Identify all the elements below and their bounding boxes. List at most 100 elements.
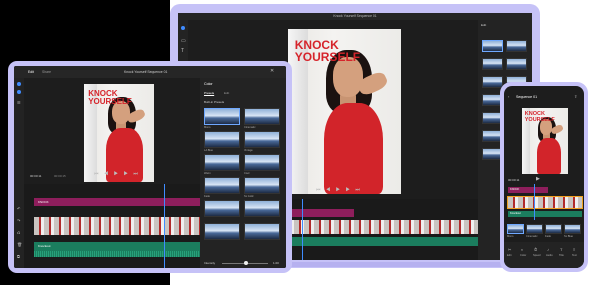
laptop-preset-thumb[interactable]	[506, 58, 527, 70]
phone-tool-icon[interactable]: ◐	[521, 247, 523, 252]
tablet-preset-thumb[interactable]	[204, 131, 240, 148]
laptop-preset-thumb[interactable]	[506, 40, 527, 52]
tablet-playhead[interactable]	[164, 184, 165, 268]
phone-video-preview: KNOCK YOURSELF	[522, 108, 568, 174]
tablet-tab-presets[interactable]: Presets	[204, 91, 214, 95]
laptop-title-bar: Knock Yourself Sequence 01	[178, 13, 532, 20]
tablet-audio-track-label: Knockout	[38, 244, 51, 248]
tablet-preset-label: SL Gold	[244, 195, 254, 198]
tablet-presets-heading: Built-in Presets	[204, 100, 225, 104]
phone-screen: ‹ Sequence 01 ⇪ KNOCK YOURSELF 00:00:11 …	[504, 86, 584, 268]
phone-timecode: 00:00:11	[508, 178, 520, 182]
phone-tool-icon[interactable]: ✂	[508, 247, 511, 252]
phone-audio-track[interactable]: Knockout	[508, 211, 582, 217]
tablet-trim-icon[interactable]: ⎌	[17, 230, 20, 235]
share-icon[interactable]: ⇪	[574, 94, 577, 99]
tablet-timeline[interactable]: KNOCK Knockout	[24, 184, 200, 268]
tablet-screen: Edit Share Knock Yourself Sequence 01 ✕ …	[14, 66, 286, 268]
phone-preset-thumb[interactable]	[564, 224, 581, 234]
tablet-preset-thumb[interactable]	[204, 200, 240, 217]
tablet-transport-controls[interactable]: ⏮ ◀ ▶ ▶ ⏭	[94, 171, 140, 177]
phone-preset-thumb[interactable]	[507, 224, 524, 234]
tablet-intensity-label: Intensity	[204, 261, 216, 265]
phone-video-track[interactable]	[507, 196, 583, 209]
tablet-tab-edit[interactable]: Edit	[28, 70, 34, 74]
tablet-intensity-handle[interactable]	[244, 261, 248, 265]
laptop-preset-thumb[interactable]	[482, 58, 503, 70]
phone-title: Sequence 01	[516, 95, 538, 99]
phone-audio-track-label: Knockout	[510, 212, 521, 215]
phone-tab-label[interactable]: Title	[559, 254, 564, 257]
tablet-preset-thumb[interactable]	[244, 131, 280, 148]
laptop-text-icon[interactable]: T	[181, 48, 184, 54]
phone-preset-label: Cinematic	[526, 235, 538, 238]
tablet-delete-icon[interactable]: 🗑	[17, 242, 22, 247]
phone-preview-title: KNOCK YOURSELF	[524, 110, 555, 123]
tablet-device: Edit Share Knock Yourself Sequence 01 ✕ …	[8, 61, 292, 273]
tablet-timecode-current: 00:00:11	[30, 174, 42, 178]
laptop-preset-thumb[interactable]	[482, 40, 503, 52]
laptop-transport-controls[interactable]: ⏮ ◀ ▶ ▶ ⏭	[316, 187, 362, 193]
phone-tool-icon[interactable]: ⏱	[534, 247, 537, 252]
phone-tool-icon[interactable]: T	[560, 247, 562, 252]
phone-playhead[interactable]	[534, 184, 535, 220]
phone-tab-label[interactable]: Edit	[507, 254, 511, 257]
tablet-video-track[interactable]	[34, 217, 200, 235]
tablet-preset-label: Cool	[244, 172, 250, 175]
phone-title-track-label: KNOCK	[510, 188, 520, 191]
back-icon[interactable]: ‹	[508, 94, 509, 99]
tablet-preset-label: Mono	[204, 126, 211, 129]
close-icon[interactable]: ✕	[270, 68, 274, 74]
laptop-media-icon[interactable]	[181, 26, 185, 30]
tablet-redo-icon[interactable]: ↷	[17, 218, 20, 223]
laptop-video-preview: KNOCK YOURSELF	[288, 29, 401, 194]
phone-preset-label: Fade	[545, 235, 551, 238]
tablet-undo-icon[interactable]: ↶	[17, 206, 20, 211]
laptop-preview-title: KNOCK YOURSELF	[294, 37, 361, 65]
tablet-media-icon[interactable]	[17, 82, 21, 86]
tablet-title-track-label: KNOCK	[38, 200, 49, 204]
phone-tab-label[interactable]: Text	[572, 254, 577, 257]
laptop-playhead[interactable]	[302, 199, 303, 260]
tablet-title-track[interactable]: KNOCK	[34, 198, 200, 206]
tablet-preset-thumb[interactable]	[244, 108, 280, 125]
phone-tool-icon[interactable]: ♪	[547, 247, 549, 252]
tablet-add-icon[interactable]	[17, 90, 21, 94]
phone-preset-label: SL Blue	[564, 235, 573, 238]
phone-play-icon[interactable]: ▶	[536, 176, 540, 182]
tablet-preset-thumb[interactable]	[244, 200, 280, 217]
tablet-preset-thumb[interactable]	[204, 108, 240, 125]
tablet-preset-thumb[interactable]	[204, 223, 240, 240]
tablet-preset-thumb[interactable]	[244, 154, 280, 171]
phone-tab-label[interactable]: Color	[520, 254, 526, 257]
laptop-preset-thumb[interactable]	[482, 76, 503, 88]
tablet-preview-title: KNOCK YOURSELF	[88, 88, 132, 107]
laptop-crop-icon[interactable]: ▭	[181, 38, 186, 44]
tablet-color-panel: Color Presets Edit Built-in Presets Mono…	[200, 78, 286, 268]
tablet-preset-label: Vintage	[244, 149, 253, 152]
tablet-left-toolbar: ☰ ↶ ↷ ⎌ 🗑 ⧉	[14, 78, 24, 268]
tablet-duplicate-icon[interactable]: ⧉	[17, 254, 20, 259]
tablet-preset-thumb[interactable]	[204, 154, 240, 171]
tablet-preset-label: Fade	[204, 195, 210, 198]
phone-tab-label[interactable]: Audio	[546, 254, 553, 257]
phone-tab-label[interactable]: Speed	[533, 254, 541, 257]
tablet-tab-share[interactable]: Share	[42, 70, 51, 74]
tablet-preset-thumb[interactable]	[244, 177, 280, 194]
tablet-top-bar: Edit Share Knock Yourself Sequence 01 ✕	[14, 66, 286, 78]
tablet-list-icon[interactable]: ☰	[17, 100, 21, 105]
tablet-preset-thumb[interactable]	[204, 177, 240, 194]
tablet-tab-color-edit[interactable]: Edit	[224, 91, 229, 95]
tablet-timecode-duration: 00:00:15	[54, 174, 66, 178]
tablet-audio-waveform	[34, 251, 200, 257]
phone-tool-icon[interactable]: ≡	[573, 247, 575, 252]
tablet-audio-track[interactable]: Knockout	[34, 242, 200, 251]
laptop-window-title: Knock Yourself Sequence 01	[333, 14, 377, 18]
phone-title-track[interactable]: KNOCK	[508, 187, 548, 193]
phone-preset-thumb[interactable]	[545, 224, 562, 234]
tablet-preset-thumb[interactable]	[244, 223, 280, 240]
laptop-panel-label: Edit	[481, 23, 487, 27]
phone-preset-thumb[interactable]	[526, 224, 543, 234]
phone-device: ‹ Sequence 01 ⇪ KNOCK YOURSELF 00:00:11 …	[500, 82, 588, 272]
tablet-preset-label: LA Blue	[204, 149, 213, 152]
